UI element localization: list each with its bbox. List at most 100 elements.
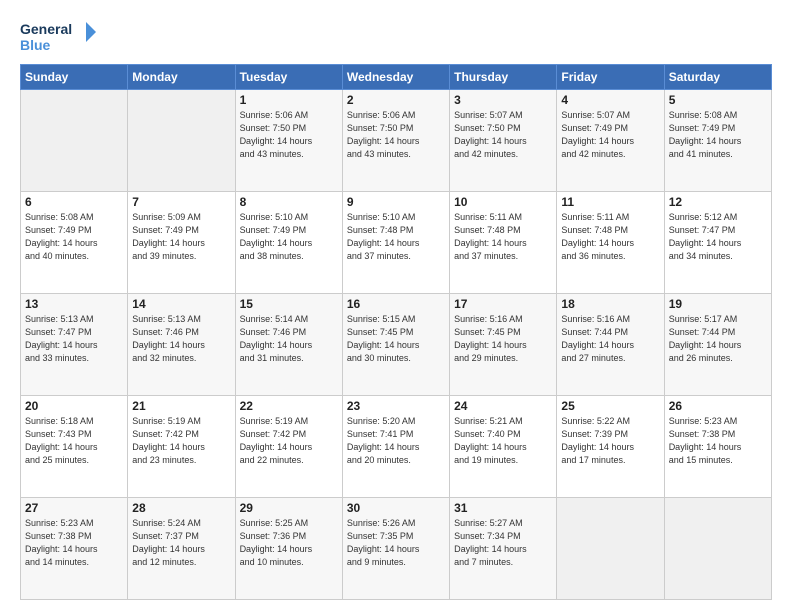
day-cell: 5 Sunrise: 5:08 AM Sunset: 7:49 PM Daylig… (664, 90, 771, 192)
day-info: Sunrise: 5:10 AM Sunset: 7:49 PM Dayligh… (240, 211, 338, 263)
day-info: Sunrise: 5:16 AM Sunset: 7:44 PM Dayligh… (561, 313, 659, 365)
day-info: Sunrise: 5:06 AM Sunset: 7:50 PM Dayligh… (240, 109, 338, 161)
day-cell: 7 Sunrise: 5:09 AM Sunset: 7:49 PM Daylig… (128, 192, 235, 294)
day-info: Sunrise: 5:09 AM Sunset: 7:49 PM Dayligh… (132, 211, 230, 263)
weekday-header-monday: Monday (128, 65, 235, 90)
day-number: 14 (132, 297, 230, 311)
day-cell: 22Sunrise: 5:19 AM Sunset: 7:42 PM Dayli… (235, 396, 342, 498)
day-info: Sunrise: 5:18 AM Sunset: 7:43 PM Dayligh… (25, 415, 123, 467)
day-info: Sunrise: 5:08 AM Sunset: 7:49 PM Dayligh… (669, 109, 767, 161)
day-cell: 4 Sunrise: 5:07 AM Sunset: 7:49 PM Daylig… (557, 90, 664, 192)
day-number: 17 (454, 297, 552, 311)
weekday-header-sunday: Sunday (21, 65, 128, 90)
day-number: 20 (25, 399, 123, 413)
day-info: Sunrise: 5:15 AM Sunset: 7:45 PM Dayligh… (347, 313, 445, 365)
day-info: Sunrise: 5:11 AM Sunset: 7:48 PM Dayligh… (561, 211, 659, 263)
day-info: Sunrise: 5:26 AM Sunset: 7:35 PM Dayligh… (347, 517, 445, 569)
day-info: Sunrise: 5:22 AM Sunset: 7:39 PM Dayligh… (561, 415, 659, 467)
day-info: Sunrise: 5:14 AM Sunset: 7:46 PM Dayligh… (240, 313, 338, 365)
day-info: Sunrise: 5:24 AM Sunset: 7:37 PM Dayligh… (132, 517, 230, 569)
day-number: 9 (347, 195, 445, 209)
page: General Blue SundayMondayTuesdayWednesda… (0, 0, 792, 612)
day-cell: 25Sunrise: 5:22 AM Sunset: 7:39 PM Dayli… (557, 396, 664, 498)
day-cell: 19 Sunrise: 5:17 AM Sunset: 7:44 PM Dayli… (664, 294, 771, 396)
day-number: 1 (240, 93, 338, 107)
day-number: 5 (669, 93, 767, 107)
day-number: 16 (347, 297, 445, 311)
day-cell: 3 Sunrise: 5:07 AM Sunset: 7:50 PM Daylig… (450, 90, 557, 192)
week-row-2: 6Sunrise: 5:08 AM Sunset: 7:49 PM Daylig… (21, 192, 772, 294)
day-cell: 11 Sunrise: 5:11 AM Sunset: 7:48 PM Dayli… (557, 192, 664, 294)
day-info: Sunrise: 5:17 AM Sunset: 7:44 PM Dayligh… (669, 313, 767, 365)
day-info: Sunrise: 5:19 AM Sunset: 7:42 PM Dayligh… (240, 415, 338, 467)
day-cell: 1 Sunrise: 5:06 AM Sunset: 7:50 PM Daylig… (235, 90, 342, 192)
day-info: Sunrise: 5:27 AM Sunset: 7:34 PM Dayligh… (454, 517, 552, 569)
weekday-header-friday: Friday (557, 65, 664, 90)
day-number: 24 (454, 399, 552, 413)
day-cell: 10 Sunrise: 5:11 AM Sunset: 7:48 PM Dayli… (450, 192, 557, 294)
week-row-4: 20 Sunrise: 5:18 AM Sunset: 7:43 PM Dayli… (21, 396, 772, 498)
weekday-header-row: SundayMondayTuesdayWednesdayThursdayFrid… (21, 65, 772, 90)
day-cell: 17Sunrise: 5:16 AM Sunset: 7:45 PM Dayli… (450, 294, 557, 396)
day-number: 27 (25, 501, 123, 515)
day-number: 2 (347, 93, 445, 107)
day-cell: 16 Sunrise: 5:15 AM Sunset: 7:45 PM Dayli… (342, 294, 449, 396)
weekday-header-saturday: Saturday (664, 65, 771, 90)
day-number: 31 (454, 501, 552, 515)
header: General Blue (20, 18, 772, 56)
week-row-5: 27 Sunrise: 5:23 AM Sunset: 7:38 PM Dayli… (21, 498, 772, 600)
day-number: 28 (132, 501, 230, 515)
day-number: 29 (240, 501, 338, 515)
day-number: 7 (132, 195, 230, 209)
day-cell (557, 498, 664, 600)
day-number: 10 (454, 195, 552, 209)
day-number: 19 (669, 297, 767, 311)
weekday-header-thursday: Thursday (450, 65, 557, 90)
day-number: 3 (454, 93, 552, 107)
weekday-header-wednesday: Wednesday (342, 65, 449, 90)
day-info: Sunrise: 5:11 AM Sunset: 7:48 PM Dayligh… (454, 211, 552, 263)
day-cell: 9 Sunrise: 5:10 AM Sunset: 7:48 PM Daylig… (342, 192, 449, 294)
day-info: Sunrise: 5:07 AM Sunset: 7:50 PM Dayligh… (454, 109, 552, 161)
day-info: Sunrise: 5:23 AM Sunset: 7:38 PM Dayligh… (669, 415, 767, 467)
day-cell: 14 Sunrise: 5:13 AM Sunset: 7:46 PM Dayli… (128, 294, 235, 396)
day-number: 12 (669, 195, 767, 209)
day-number: 30 (347, 501, 445, 515)
day-cell: 6Sunrise: 5:08 AM Sunset: 7:49 PM Daylig… (21, 192, 128, 294)
day-cell: 8 Sunrise: 5:10 AM Sunset: 7:49 PM Daylig… (235, 192, 342, 294)
day-info: Sunrise: 5:06 AM Sunset: 7:50 PM Dayligh… (347, 109, 445, 161)
day-number: 11 (561, 195, 659, 209)
day-info: Sunrise: 5:08 AM Sunset: 7:49 PM Dayligh… (25, 211, 123, 263)
day-cell: 12 Sunrise: 5:12 AM Sunset: 7:47 PM Dayli… (664, 192, 771, 294)
weekday-header-tuesday: Tuesday (235, 65, 342, 90)
day-info: Sunrise: 5:10 AM Sunset: 7:48 PM Dayligh… (347, 211, 445, 263)
day-number: 4 (561, 93, 659, 107)
day-info: Sunrise: 5:12 AM Sunset: 7:47 PM Dayligh… (669, 211, 767, 263)
day-number: 8 (240, 195, 338, 209)
day-cell (664, 498, 771, 600)
day-number: 23 (347, 399, 445, 413)
svg-text:General: General (20, 21, 72, 37)
day-number: 18 (561, 297, 659, 311)
day-number: 13 (25, 297, 123, 311)
svg-text:Blue: Blue (20, 37, 51, 53)
day-info: Sunrise: 5:23 AM Sunset: 7:38 PM Dayligh… (25, 517, 123, 569)
day-cell: 28 Sunrise: 5:24 AM Sunset: 7:37 PM Dayli… (128, 498, 235, 600)
day-cell: 29 Sunrise: 5:25 AM Sunset: 7:36 PM Dayli… (235, 498, 342, 600)
day-cell: 20 Sunrise: 5:18 AM Sunset: 7:43 PM Dayli… (21, 396, 128, 498)
day-cell: 13Sunrise: 5:13 AM Sunset: 7:47 PM Dayli… (21, 294, 128, 396)
day-cell: 21Sunrise: 5:19 AM Sunset: 7:42 PM Dayli… (128, 396, 235, 498)
calendar-table: SundayMondayTuesdayWednesdayThursdayFrid… (20, 64, 772, 600)
day-info: Sunrise: 5:07 AM Sunset: 7:49 PM Dayligh… (561, 109, 659, 161)
week-row-1: 1 Sunrise: 5:06 AM Sunset: 7:50 PM Daylig… (21, 90, 772, 192)
day-cell: 26Sunrise: 5:23 AM Sunset: 7:38 PM Dayli… (664, 396, 771, 498)
day-cell: 23 Sunrise: 5:20 AM Sunset: 7:41 PM Dayli… (342, 396, 449, 498)
week-row-3: 13Sunrise: 5:13 AM Sunset: 7:47 PM Dayli… (21, 294, 772, 396)
day-cell: 2 Sunrise: 5:06 AM Sunset: 7:50 PM Daylig… (342, 90, 449, 192)
day-info: Sunrise: 5:25 AM Sunset: 7:36 PM Dayligh… (240, 517, 338, 569)
day-cell: 18 Sunrise: 5:16 AM Sunset: 7:44 PM Dayli… (557, 294, 664, 396)
logo: General Blue (20, 18, 100, 56)
day-info: Sunrise: 5:13 AM Sunset: 7:46 PM Dayligh… (132, 313, 230, 365)
logo-svg: General Blue (20, 18, 100, 56)
day-info: Sunrise: 5:20 AM Sunset: 7:41 PM Dayligh… (347, 415, 445, 467)
